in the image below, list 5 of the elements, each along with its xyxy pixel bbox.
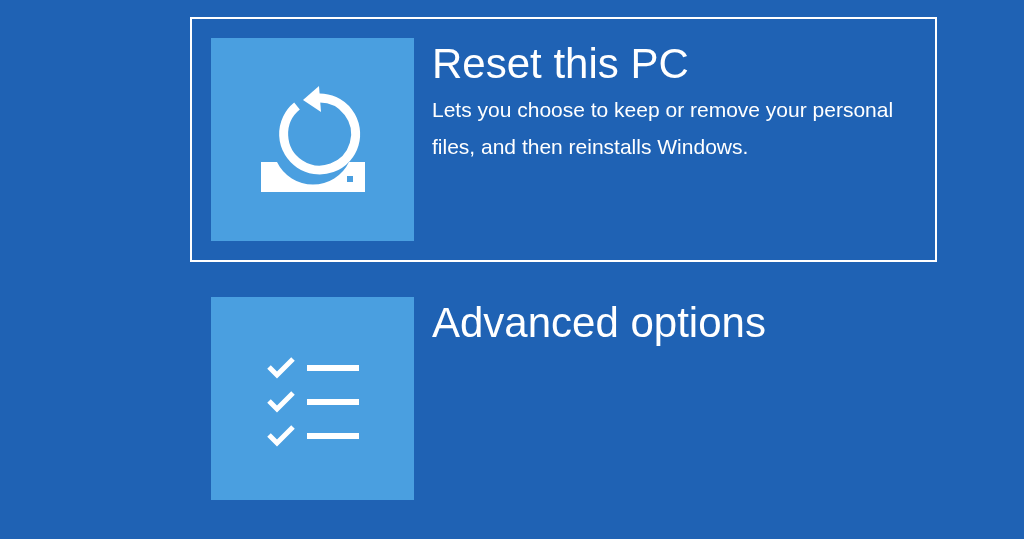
option-tile[interactable]: Reset this PC Lets you choose to keep or remove your personal files, and then reinstalls Windows. bbox=[190, 17, 937, 262]
option-title: Reset this PC bbox=[432, 40, 690, 88]
option-tile[interactable]: Advanced options bbox=[190, 276, 937, 521]
option-description: Lets you choose to keep or remove your personal files, and then reinstalls Windows. bbox=[432, 97, 895, 160]
option-title: Advanced options bbox=[432, 299, 766, 347]
